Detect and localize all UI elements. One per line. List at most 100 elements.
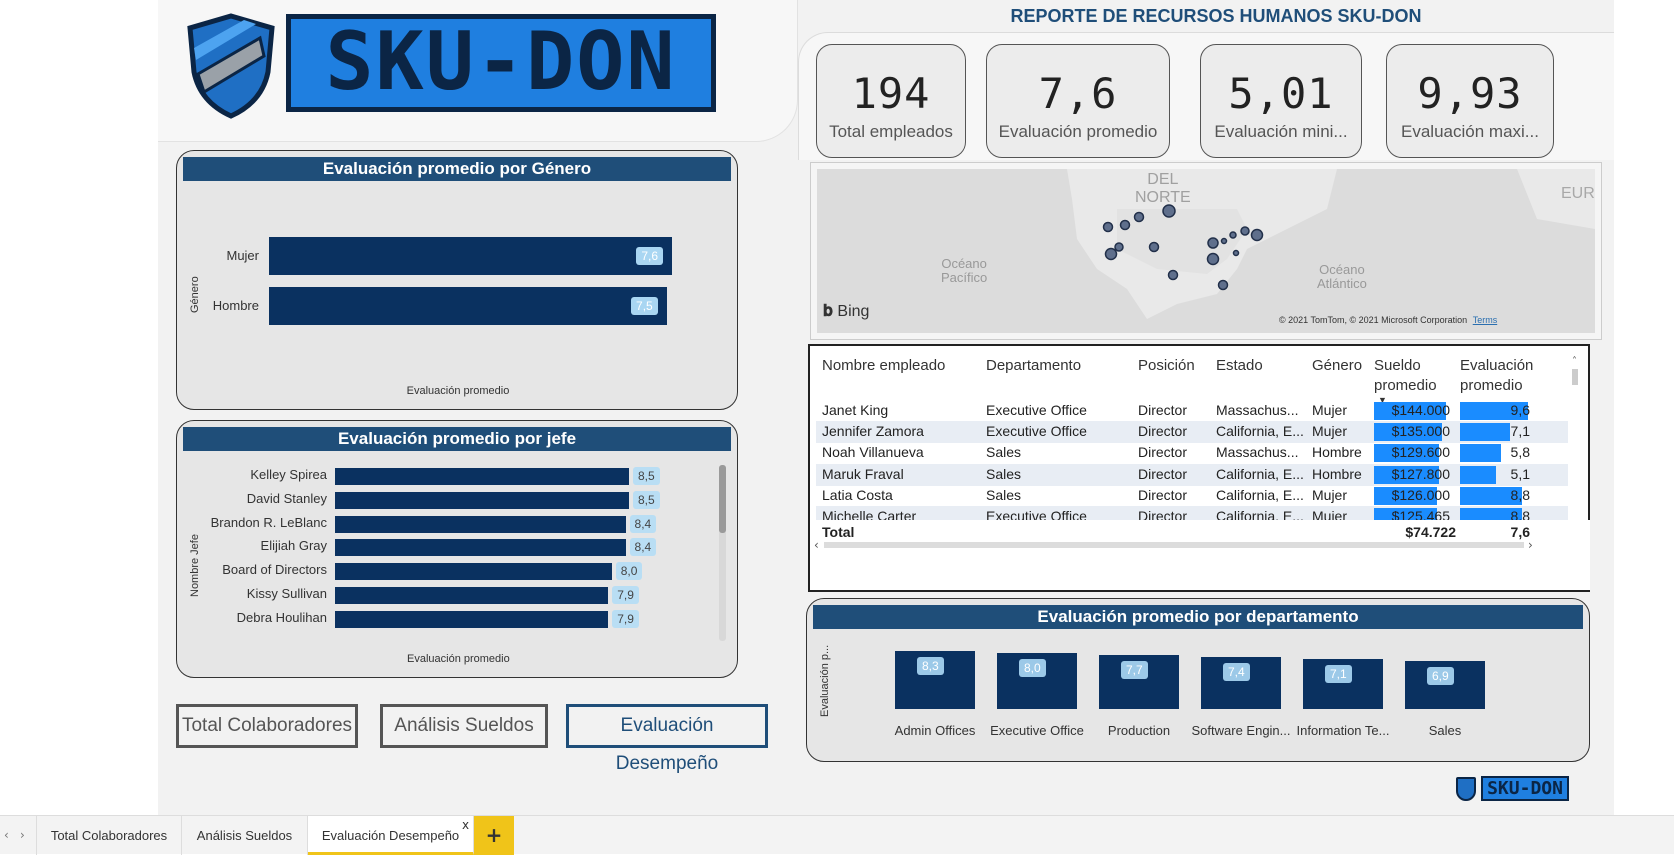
kpi-card-min-evaluation: 5,01 Evaluación mini... — [1200, 44, 1362, 158]
scroll-left-icon[interactable]: ‹ — [814, 538, 819, 552]
salary-value: $126.000 — [1391, 486, 1450, 503]
logo-wordmark: SKU-DON — [286, 14, 716, 112]
bar[interactable] — [335, 587, 609, 604]
report-title: REPORTE DE RECURSOS HUMANOS SKU-DON — [1010, 6, 1422, 26]
scrollbar-thumb[interactable] — [719, 465, 726, 533]
bar[interactable] — [335, 515, 626, 533]
table-row[interactable]: Maruk Fraval Sales Director California, E..… — [816, 463, 1568, 486]
bar[interactable] — [335, 491, 629, 509]
data-label: 8,4 — [629, 538, 657, 557]
evaluation-value: 7,1 — [1510, 423, 1530, 440]
page-tab-bar: ‹ › Total Colaboradores Análisis Sueldos… — [0, 815, 1674, 855]
salary-value: $144.000 — [1391, 402, 1450, 418]
table-cell: Director — [1138, 444, 1188, 461]
tab-total-colaboradores[interactable]: Total Colaboradores — [36, 816, 182, 855]
boss-chart-panel: Evaluación promedio por jefe Nombre Jefe… — [176, 420, 738, 678]
x-axis-title: Evaluación promedio — [406, 385, 510, 397]
add-page-button[interactable]: + — [474, 816, 514, 855]
evaluation-value: 5,8 — [1510, 444, 1530, 461]
map-panel: DEL NORTE Océano Pacífico Océano Atlánti… — [810, 162, 1602, 340]
category-label: Elijiah Gray — [260, 538, 327, 554]
kpi-value: 5,01 — [1228, 69, 1334, 118]
map-label-atlantic: Océano Atlántico — [1317, 263, 1367, 291]
nav-button-evaluacion-desempeno[interactable]: Evaluación Desempeño — [566, 704, 768, 774]
table-cell: California, E... — [1216, 486, 1304, 503]
scrollbar[interactable] — [719, 465, 726, 641]
data-label: 7,4 — [1223, 663, 1250, 682]
data-label: 8,4 — [629, 514, 657, 533]
data-label: 7,5 — [631, 297, 658, 315]
table-cell: Sales — [986, 444, 1022, 461]
table-cell: Massachus... — [1216, 444, 1299, 461]
evaluation-value: 8,8 — [1510, 486, 1530, 503]
table-cell: California, E... — [1216, 423, 1304, 440]
kpi-value: 7,6 — [1038, 69, 1118, 118]
kpi-card-max-evaluation: 9,93 Evaluación maxi... — [1386, 44, 1554, 158]
tab-scroll-left-icon[interactable]: ‹ — [4, 828, 9, 842]
scrollbar-thumb[interactable] — [1572, 369, 1578, 385]
bar[interactable] — [335, 563, 612, 581]
shield-icon — [1456, 776, 1476, 801]
total-salary: $74.722 — [1405, 524, 1456, 540]
map-area[interactable]: DEL NORTE Océano Pacífico Océano Atlánti… — [817, 169, 1595, 333]
department-bars: 8,3 Admin Offices 8,0 Executive Office 7,7 Pr… — [807, 599, 1591, 763]
scroll-up-icon[interactable]: ˄ — [1572, 356, 1580, 367]
data-label: 7,9 — [612, 586, 639, 604]
evaluation-value: 9,6 — [1510, 402, 1530, 418]
nav-button-analisis-sueldos[interactable]: Análisis Sueldos — [380, 704, 548, 748]
terms-link[interactable]: Terms — [1473, 315, 1498, 325]
table-cell: Jennifer Zamora — [822, 423, 924, 440]
map-label-eu: EUR — [1561, 185, 1595, 202]
map-label-line: Océano — [1319, 262, 1365, 277]
nav-button-total-colaboradores[interactable]: Total Colaboradores — [176, 704, 358, 748]
table-cell: Sales — [986, 486, 1022, 503]
category-label: Admin Offices — [894, 723, 976, 738]
bar[interactable] — [269, 287, 668, 325]
map-label-line: DEL — [1147, 171, 1179, 188]
map-label-north: DEL NORTE — [1135, 171, 1191, 207]
table-cell: Mujer — [1312, 423, 1348, 440]
tab-label: Evaluación Desempeño — [321, 828, 460, 843]
bing-logo: 𝐛 Bing — [823, 303, 869, 321]
data-label: 7,6 — [636, 247, 664, 265]
horizontal-scrollbar[interactable] — [824, 542, 1524, 548]
tab-scroll-right-icon[interactable]: › — [20, 828, 25, 842]
category-label: Software Engin... — [1191, 723, 1291, 738]
map-label-line: NORTE — [1135, 189, 1191, 206]
table-cell: California, E... — [1216, 465, 1304, 482]
tab-evaluacion-desempeno[interactable]: Evaluación Desempeño — [308, 816, 474, 855]
table-row[interactable]: Latia Costa Sales Director California, E...… — [816, 485, 1568, 507]
kpi-label: Evaluación maxi... — [1401, 122, 1539, 141]
category-label: Mujer — [226, 248, 259, 263]
bar[interactable] — [269, 237, 673, 275]
bar[interactable] — [335, 610, 609, 628]
kpi-label: Evaluación mini... — [1214, 122, 1348, 141]
footer-logo: SKU-DON — [1456, 776, 1569, 804]
employee-table: Nombre empleado Departamento Posición Es… — [808, 344, 1590, 592]
tab-analisis-sueldos[interactable]: Análisis Sueldos — [182, 816, 308, 855]
table-footer: Total $74.722 7,6 ‹ › — [810, 520, 1590, 590]
table-cell: Sales — [986, 465, 1022, 482]
table-row[interactable]: Noah Villanueva Sales Director Massachus...… — [816, 442, 1568, 464]
table-cell: Director — [1138, 402, 1188, 418]
logo-text: SKU-DON — [325, 15, 677, 108]
data-label: 6,9 — [1427, 666, 1454, 685]
salary-value: $127.800 — [1391, 465, 1450, 482]
bar[interactable] — [335, 539, 626, 557]
table-row[interactable]: Jennifer Zamora Executive Office Director C… — [816, 421, 1568, 444]
bar[interactable] — [335, 468, 629, 485]
scroll-right-icon[interactable]: › — [1528, 538, 1533, 552]
footer-logo-text: SKU-DON — [1481, 776, 1569, 801]
kpi-value: 9,93 — [1417, 69, 1523, 118]
table-cell: Mujer — [1312, 486, 1348, 503]
vertical-scrollbar[interactable]: ˄ — [1572, 356, 1580, 516]
table-row[interactable]: Janet King Executive Office Director Massac… — [816, 400, 1568, 422]
data-label: 8,0 — [615, 562, 643, 581]
tab-close-icon[interactable]: x — [462, 818, 469, 832]
header-panel: SKU-DON — [158, 0, 798, 142]
kpi-value: 194 — [851, 69, 931, 118]
table-cell: Executive Office — [986, 402, 1087, 418]
category-label: Information Te... — [1296, 723, 1390, 738]
kpi-card-avg-evaluation: 7,6 Evaluación promedio — [986, 44, 1170, 158]
category-label: Production — [1107, 723, 1171, 738]
